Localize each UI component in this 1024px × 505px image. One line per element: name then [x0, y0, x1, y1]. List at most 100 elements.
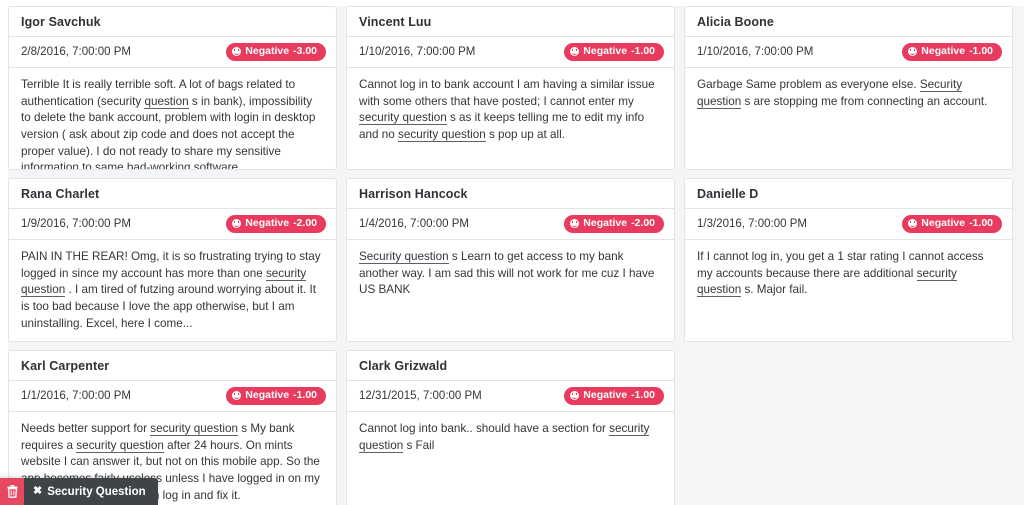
sentiment-score: -1.00: [631, 389, 655, 401]
review-text: If I cannot log in, you get a 1 star rat…: [685, 240, 1012, 309]
top-gutter: [0, 0, 1024, 6]
review-date: 1/10/2016, 7:00:00 PM: [697, 46, 814, 59]
review-card-header: Karl Carpenter: [9, 351, 336, 381]
sentiment-score: -2.00: [631, 217, 655, 229]
review-text-segment: Garbage Same problem as everyone else.: [697, 78, 920, 92]
review-card-header: Rana Charlet: [9, 179, 336, 209]
review-text-segment: s are stopping me from connecting an acc…: [741, 94, 988, 108]
sentiment-score: -1.00: [293, 389, 317, 401]
review-date: 1/9/2016, 7:00:00 PM: [21, 218, 131, 231]
sentiment-score: -1.00: [969, 217, 993, 229]
review-card[interactable]: Vincent Luu 1/10/2016, 7:00:00 PM Negative…: [346, 6, 675, 170]
review-text-segment: Cannot log in to bank account I am havin…: [359, 78, 655, 108]
sentiment-label: Negative: [245, 45, 290, 57]
review-text: Garbage Same problem as everyone else. S…: [685, 68, 1012, 120]
review-date: 2/8/2016, 7:00:00 PM: [21, 46, 131, 59]
sad-face-icon: [570, 391, 580, 401]
sentiment-label: Negative: [921, 217, 966, 229]
review-text: Cannot log in to bank account I am havin…: [347, 68, 674, 153]
sentiment-score: -1.00: [631, 45, 655, 57]
review-card-header: Danielle D: [685, 179, 1012, 209]
sad-face-icon: [570, 219, 580, 229]
review-card-meta: 1/10/2016, 7:00:00 PM Negative -1.00: [347, 37, 674, 69]
sentiment-badge[interactable]: Negative -2.00: [564, 215, 664, 234]
sentiment-label: Negative: [921, 45, 966, 57]
review-author: Vincent Luu: [359, 15, 432, 29]
review-text: Security question s Learn to get access …: [347, 240, 674, 309]
review-text-segment: s pop up at all.: [485, 127, 565, 141]
review-card[interactable]: Harrison Hancock 1/4/2016, 7:00:00 PM Nega…: [346, 178, 675, 342]
review-card[interactable]: Clark Grizwald 12/31/2015, 7:00:00 PM Nega…: [346, 350, 675, 505]
sad-face-icon: [908, 47, 918, 57]
sentiment-badge[interactable]: Negative -1.00: [902, 215, 1002, 234]
review-text-segment: Cannot log into bank.. should have a sec…: [359, 422, 610, 436]
review-card-grid: Igor Savchuk 2/8/2016, 7:00:00 PM Negative…: [8, 6, 1014, 505]
review-card-meta: 1/10/2016, 7:00:00 PM Negative -1.00: [685, 37, 1012, 69]
highlighted-term[interactable]: security question: [398, 127, 486, 142]
review-date: 12/31/2015, 7:00:00 PM: [359, 390, 482, 403]
sentiment-label: Negative: [245, 217, 290, 229]
review-author: Alicia Boone: [697, 15, 774, 29]
review-text: Cannot log into bank.. should have a sec…: [347, 412, 674, 464]
review-text-segment: s. Major fail.: [741, 283, 808, 297]
sentiment-badge[interactable]: Negative -1.00: [564, 43, 664, 62]
review-text: PAIN IN THE REAR! Omg, it is so frustrat…: [9, 240, 336, 341]
review-card-meta: 12/31/2015, 7:00:00 PM Negative -1.00: [347, 381, 674, 413]
review-card[interactable]: Danielle D 1/3/2016, 7:00:00 PM Negative -1…: [684, 178, 1013, 342]
highlighted-term[interactable]: security question: [359, 111, 447, 126]
review-card-header: Alicia Boone: [685, 7, 1012, 37]
sentiment-label: Negative: [583, 217, 628, 229]
sentiment-label: Negative: [245, 389, 290, 401]
review-text: Terrible It is really terrible soft. A l…: [9, 68, 336, 169]
sentiment-badge[interactable]: Negative -1.00: [564, 387, 664, 406]
review-date: 1/3/2016, 7:00:00 PM: [697, 218, 807, 231]
sentiment-badge[interactable]: Negative -3.00: [226, 43, 326, 62]
review-card[interactable]: Rana Charlet 1/9/2016, 7:00:00 PM Negative…: [8, 178, 337, 342]
review-card[interactable]: Igor Savchuk 2/8/2016, 7:00:00 PM Negative…: [8, 6, 337, 170]
review-text-segment: s Fail: [403, 438, 435, 452]
review-card-header: Harrison Hancock: [347, 179, 674, 209]
review-card-header: Clark Grizwald: [347, 351, 674, 381]
highlighted-term[interactable]: Security question: [359, 250, 449, 265]
review-card-header: Igor Savchuk: [9, 7, 336, 37]
review-author: Danielle D: [697, 187, 759, 201]
highlighted-term[interactable]: security question: [76, 438, 164, 453]
review-card-meta: 2/8/2016, 7:00:00 PM Negative -3.00: [9, 37, 336, 69]
review-author: Karl Carpenter: [21, 359, 110, 373]
tag-label-wrap[interactable]: ✖ Security Question: [24, 478, 158, 505]
sentiment-badge[interactable]: Negative -1.00: [226, 387, 326, 406]
tag-label-text: Security Question: [47, 485, 146, 498]
sad-face-icon: [232, 391, 242, 401]
sentiment-badge[interactable]: Negative -1.00: [902, 43, 1002, 62]
left-gutter: [0, 0, 8, 505]
review-card-header: Vincent Luu: [347, 7, 674, 37]
close-x-icon[interactable]: ✖: [33, 486, 42, 497]
delete-tag-button[interactable]: [0, 478, 24, 505]
review-card-meta: 1/4/2016, 7:00:00 PM Negative -2.00: [347, 209, 674, 241]
active-filter-tag[interactable]: ✖ Security Question: [0, 478, 158, 505]
highlighted-term[interactable]: security question: [150, 422, 238, 437]
highlighted-term[interactable]: question: [144, 94, 189, 109]
review-card-meta: 1/1/2016, 7:00:00 PM Negative -1.00: [9, 381, 336, 413]
sad-face-icon: [570, 47, 580, 57]
sentiment-score: -3.00: [293, 45, 317, 57]
trash-icon: [7, 485, 17, 498]
review-author: Clark Grizwald: [359, 359, 448, 373]
review-cards-page: Igor Savchuk 2/8/2016, 7:00:00 PM Negative…: [0, 0, 1024, 505]
review-date: 1/4/2016, 7:00:00 PM: [359, 218, 469, 231]
sentiment-label: Negative: [583, 389, 628, 401]
review-author: Rana Charlet: [21, 187, 100, 201]
review-date: 1/10/2016, 7:00:00 PM: [359, 46, 476, 59]
review-card[interactable]: Alicia Boone 1/10/2016, 7:00:00 PM Negativ…: [684, 6, 1013, 170]
review-author: Igor Savchuk: [21, 15, 101, 29]
review-card-meta: 1/3/2016, 7:00:00 PM Negative -1.00: [685, 209, 1012, 241]
review-text-segment: Needs better support for: [21, 422, 151, 436]
sad-face-icon: [232, 219, 242, 229]
sentiment-badge[interactable]: Negative -2.00: [226, 215, 326, 234]
sentiment-score: -1.00: [969, 45, 993, 57]
review-text-segment: . I am tired of futzing around worrying …: [21, 283, 316, 330]
review-author: Harrison Hancock: [359, 187, 468, 201]
review-card-meta: 1/9/2016, 7:00:00 PM Negative -2.00: [9, 209, 336, 241]
sad-face-icon: [232, 47, 242, 57]
review-date: 1/1/2016, 7:00:00 PM: [21, 390, 131, 403]
